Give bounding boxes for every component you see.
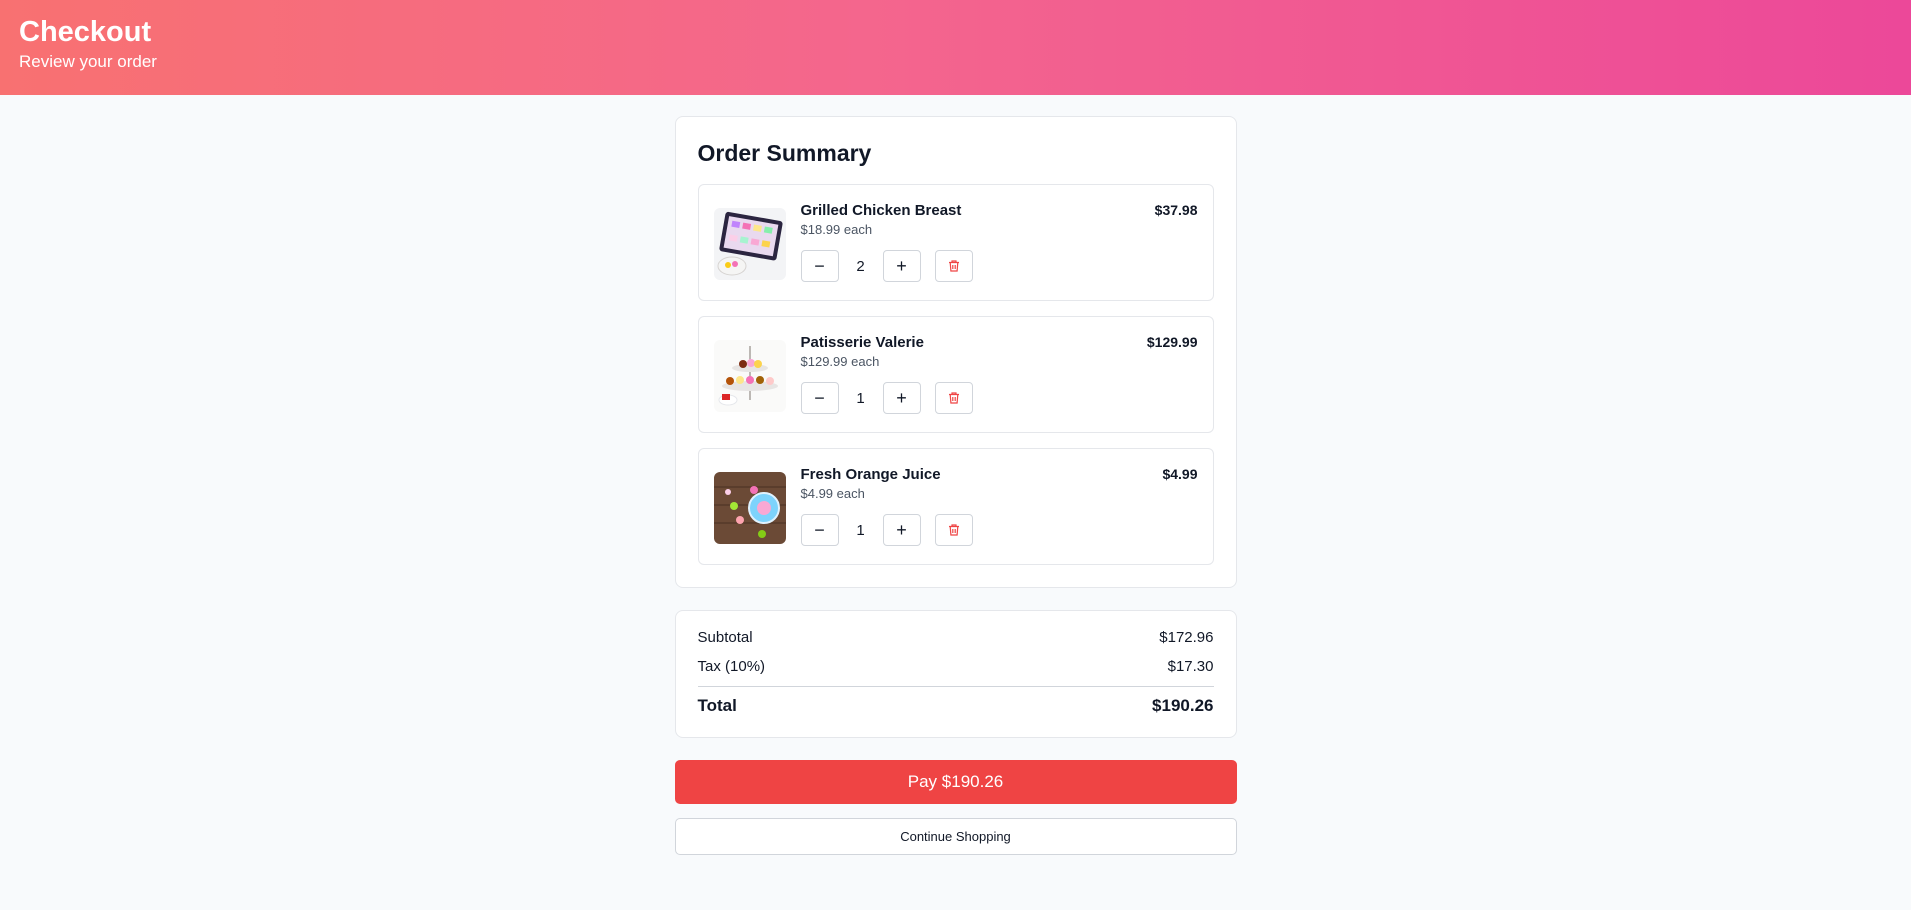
minus-icon: − <box>814 387 825 408</box>
quantity-stepper: − 1 + <box>800 382 1198 414</box>
minus-icon: − <box>814 519 825 540</box>
item-unit-price: $4.99 each <box>800 486 865 501</box>
item-total-price: $129.99 <box>1146 334 1198 350</box>
plus-icon: + <box>896 255 907 276</box>
order-summary-card: Order Summary Grilled Chicken Breast $18… <box>674 116 1237 588</box>
remove-item-button[interactable] <box>934 514 973 546</box>
tax-row: Tax (10%) $17.30 <box>698 657 1214 676</box>
quantity-value: 2 <box>856 257 865 275</box>
increase-quantity-button[interactable]: + <box>882 514 921 546</box>
quantity-stepper: − 2 + <box>800 250 1198 282</box>
subtotal-value: $172.96 <box>1159 629 1214 646</box>
decrease-quantity-button[interactable]: − <box>800 250 839 282</box>
total-row: Total $190.26 <box>698 696 1214 715</box>
tax-label: Tax (10%) <box>697 658 766 675</box>
trash-icon <box>948 260 959 272</box>
item-total-price: $4.99 <box>1162 466 1198 482</box>
totals-card: Subtotal $172.96 Tax (10%) $17.30 Total … <box>674 610 1237 738</box>
trash-icon <box>948 392 959 404</box>
quantity-stepper: − 1 + <box>800 514 1198 546</box>
page-header: Checkout Review your order <box>0 0 1911 95</box>
plus-icon: + <box>896 387 907 408</box>
remove-item-button[interactable] <box>934 250 973 282</box>
item-name: Patisserie Valerie <box>800 334 924 351</box>
subtotal-label: Subtotal <box>697 629 753 646</box>
cart-item: Grilled Chicken Breast $18.99 each − 2 +… <box>697 184 1214 301</box>
continue-shopping-button[interactable]: Continue Shopping <box>674 818 1237 855</box>
decrease-quantity-button[interactable]: − <box>800 382 839 414</box>
checkout-main: Order Summary Grilled Chicken Breast $18… <box>674 116 1237 855</box>
total-label: Total <box>697 696 737 715</box>
cart-item: Patisserie Valerie $129.99 each − 1 + $1… <box>697 316 1214 433</box>
tax-value: $17.30 <box>1167 658 1214 675</box>
increase-quantity-button[interactable]: + <box>882 250 921 282</box>
product-image <box>713 340 786 412</box>
page-subtitle: Review your order <box>19 52 157 71</box>
remove-item-button[interactable] <box>934 382 973 414</box>
totals-divider <box>697 686 1214 687</box>
item-total-price: $37.98 <box>1154 202 1198 218</box>
product-image <box>713 208 786 280</box>
item-name: Fresh Orange Juice <box>800 466 941 483</box>
item-unit-price: $129.99 each <box>800 354 880 369</box>
plus-icon: + <box>896 519 907 540</box>
item-name: Grilled Chicken Breast <box>800 202 962 219</box>
total-value: $190.26 <box>1152 696 1214 715</box>
increase-quantity-button[interactable]: + <box>882 382 921 414</box>
trash-icon <box>948 524 959 536</box>
page-title: Checkout <box>19 16 152 48</box>
quantity-value: 1 <box>856 521 865 539</box>
product-image <box>713 472 786 544</box>
quantity-value: 1 <box>856 389 865 407</box>
cart-item: Fresh Orange Juice $4.99 each − 1 + $4.9… <box>697 448 1214 565</box>
decrease-quantity-button[interactable]: − <box>800 514 839 546</box>
minus-icon: − <box>814 255 825 276</box>
pay-button[interactable]: Pay $190.26 <box>674 760 1237 804</box>
order-summary-title: Order Summary <box>697 140 872 166</box>
subtotal-row: Subtotal $172.96 <box>698 628 1214 647</box>
item-unit-price: $18.99 each <box>800 222 873 237</box>
